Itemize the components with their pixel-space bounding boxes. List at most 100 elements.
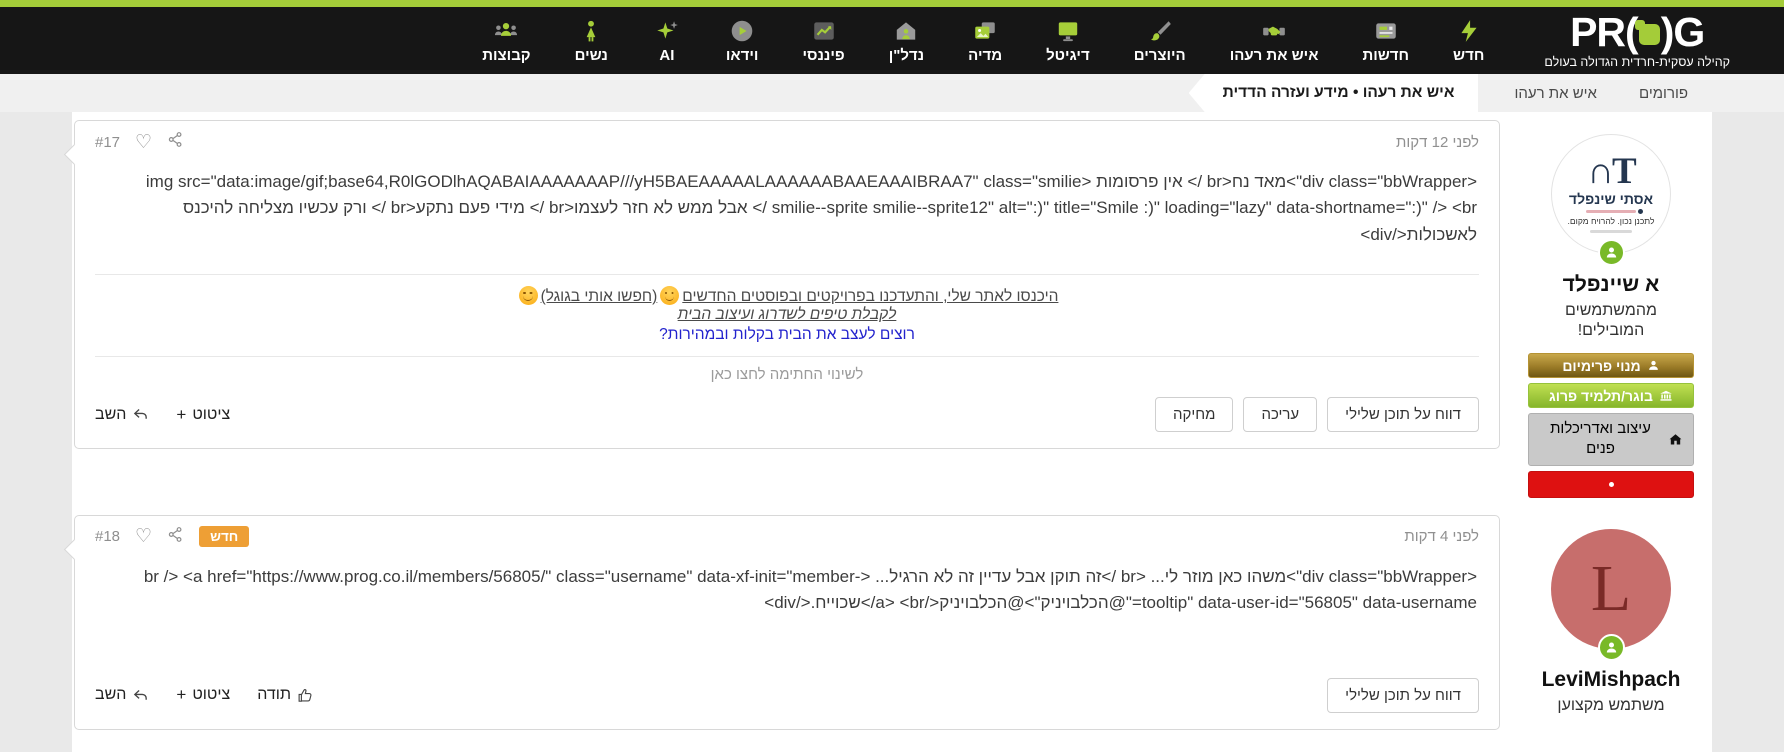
smiley-icon	[660, 286, 679, 305]
new-badge: חדש	[199, 526, 249, 547]
breadcrumb-active-tab[interactable]: איש את רעהו • מידע ועזרה הדדית	[1189, 74, 1479, 112]
avatar-letter: L	[1591, 556, 1631, 622]
online-badge	[1598, 634, 1625, 661]
quote-button[interactable]: ציטוט+	[176, 685, 230, 705]
nav-item-mutual-help[interactable]: איש את רעהו	[1230, 18, 1319, 64]
nav-item-groups[interactable]: קבוצות	[482, 18, 530, 64]
post-17-user-column: ∩T אסתי שינפלד לתכנן נכון. להרויח מקום. …	[1512, 120, 1710, 498]
user-badges: מנוי פרימיום בוגר/תלמיד פרוג עיצוב ואדרי…	[1528, 353, 1694, 498]
prog-logo-word: PR()G	[1570, 12, 1704, 52]
reply-arrow-icon	[132, 687, 149, 704]
post-number[interactable]: #17	[95, 134, 120, 151]
thumbs-up-icon	[297, 687, 314, 704]
post-number[interactable]: #18	[95, 528, 120, 545]
avatar[interactable]: ∩T אסתי שינפלד לתכנן נכון. להרויח מקום.	[1551, 134, 1671, 254]
post-body-text: <div class="bbWrapper">מאד נח<br /> אין …	[75, 157, 1499, 274]
nav-item-video[interactable]: וידאו	[726, 18, 759, 64]
share-icon[interactable]	[167, 526, 184, 548]
monitor-icon	[1053, 18, 1083, 44]
brand-name: אסתי שינפלד	[1569, 191, 1653, 207]
nav-item-finance[interactable]: פיננסי	[802, 18, 844, 64]
logo-paren-open: (	[1625, 12, 1638, 52]
badge-interior-design[interactable]: עיצוב ואדריכלות פנים	[1528, 413, 1694, 466]
logo-paren-close: )	[1661, 12, 1674, 52]
breadcrumb-forums[interactable]: פורומים	[1639, 85, 1688, 102]
woman-icon	[576, 18, 606, 44]
brand-tagline: לתכנן נכון. להרויח מקום.	[1567, 216, 1654, 226]
brand-divider	[1586, 210, 1636, 213]
smiley-icon	[519, 286, 538, 305]
person-icon	[1604, 245, 1619, 260]
moderation-actions: דווח על תוכן שלילי עריכה מחיקה	[1155, 397, 1479, 432]
plus-icon: +	[176, 405, 186, 425]
post-17-row: ∩T אסתי שינפלד לתכנן נכון. להרויח מקום. …	[74, 120, 1710, 498]
user-title: משתמש מקצוען	[1545, 696, 1677, 716]
brand-microtext	[1590, 230, 1632, 233]
logo-tagline: קהילה עסקית-חרדית הגדולה בעולם	[1544, 55, 1730, 69]
nav-item-media[interactable]: מדיה	[968, 18, 1002, 64]
reply-actions: תודה ציטוט+ השב	[95, 685, 314, 705]
badge-graduate[interactable]: בוגר/תלמיד פרוג	[1528, 383, 1694, 408]
handshake-icon	[1259, 18, 1289, 44]
share-icon[interactable]	[167, 131, 184, 153]
report-button[interactable]: דווח על תוכן שלילי	[1327, 678, 1479, 713]
delete-button[interactable]: מחיקה	[1155, 397, 1233, 432]
nav-item-realestate[interactable]: נדל"ן	[889, 18, 924, 64]
online-badge	[1598, 239, 1625, 266]
newspaper-icon	[1371, 18, 1401, 44]
edit-button[interactable]: עריכה	[1243, 397, 1317, 432]
badge-premium[interactable]: מנוי פרימיום	[1528, 353, 1694, 378]
nav-item-creators[interactable]: היוצרים	[1134, 18, 1186, 64]
post-footer: דווח על תוכן שלילי תודה ציטוט+ השב	[75, 666, 1499, 729]
signature-change-note[interactable]: לשינוי החתימה לחצו כאן	[95, 356, 1479, 385]
post-18-row: L LeviMishpach משתמש מקצוען לפני 4 דקות …	[74, 515, 1710, 730]
post-timestamp: לפני 12 דקות	[1396, 134, 1479, 151]
page: PR()G קהילה עסקית-חרדית הגדולה בעולם חדש…	[0, 0, 1784, 752]
home-icon	[1668, 432, 1683, 447]
logo-mark-icon	[1639, 24, 1660, 45]
report-button[interactable]: דווח על תוכן שלילי	[1327, 397, 1479, 432]
top-navigation-bar: PR()G קהילה עסקית-חרדית הגדולה בעולם חדש…	[0, 0, 1784, 74]
signature-link-tips[interactable]: לקבלת טיפים לשדרוג ועיצוב הבית	[678, 306, 897, 323]
logo-text-g: G	[1673, 12, 1704, 52]
user-signature: היכנסו לאתר שלי, והתעדכנו בפרויקטים ובפו…	[95, 274, 1479, 350]
post-18-card: לפני 4 דקות #18 ♡ חדש <div class="bbWrap…	[74, 515, 1500, 730]
reply-button[interactable]: השב	[95, 406, 149, 424]
moderation-actions: דווח על תוכן שלילי	[1327, 678, 1479, 713]
post-body-text: <div class="bbWrapper">משהו כאן מוזר לי.…	[75, 552, 1499, 643]
quote-button[interactable]: ציטוט+	[176, 405, 230, 425]
breadcrumb-section[interactable]: איש את רעהו	[1514, 85, 1597, 102]
thanks-button[interactable]: תודה	[257, 686, 314, 704]
signature-link-google[interactable]: (חפשו אותי בגוגל)	[541, 288, 658, 305]
post-header-icons: #17 ♡	[95, 131, 184, 153]
heart-icon[interactable]: ♡	[135, 133, 152, 152]
nav-item-new[interactable]: חדש	[1453, 18, 1484, 64]
house-person-icon	[891, 18, 921, 44]
username[interactable]: LeviMishpach	[1542, 668, 1681, 692]
paintbrush-icon	[1145, 18, 1175, 44]
badge-banner[interactable]	[1528, 471, 1694, 498]
username[interactable]: א שיינפלד	[1563, 273, 1660, 297]
nav-item-women[interactable]: נשים	[575, 18, 608, 64]
nav-item-ai[interactable]: AI	[652, 18, 682, 64]
plus-icon: +	[176, 685, 186, 705]
heart-icon[interactable]: ♡	[135, 527, 152, 546]
user-title: מהמשתמשים המובילים!	[1545, 301, 1677, 341]
reply-actions: ציטוט+ השב	[95, 405, 230, 425]
media-photos-icon	[970, 18, 1000, 44]
signature-link-site[interactable]: היכנסו לאתר שלי, והתעדכנו בפרויקטים ובפו…	[682, 288, 1058, 305]
groups-icon	[491, 18, 521, 44]
signature-link-design[interactable]: רוצים לעצב את הבית בקלות ובמהירות?	[95, 326, 1479, 344]
prog-logo[interactable]: PR()G קהילה עסקית-חרדית הגדולה בעולם	[1544, 12, 1730, 69]
nav-item-news[interactable]: חדשות	[1362, 18, 1409, 64]
person-icon	[1604, 640, 1619, 655]
post-18-user-column: L LeviMishpach משתמש מקצוען	[1512, 515, 1710, 716]
avatar[interactable]: L	[1551, 529, 1671, 649]
thread-view: ∩T אסתי שינפלד לתכנן נכון. להרויח מקום. …	[72, 112, 1712, 752]
bank-icon	[1659, 389, 1673, 403]
video-play-icon	[727, 18, 757, 44]
reply-button[interactable]: השב	[95, 686, 149, 704]
nav-item-digital[interactable]: דיגיטל	[1046, 18, 1090, 64]
breadcrumb: פורומים איש את רעהו איש את רעהו • מידע ו…	[0, 74, 1784, 112]
brand-monogram: ∩T	[1587, 155, 1634, 188]
